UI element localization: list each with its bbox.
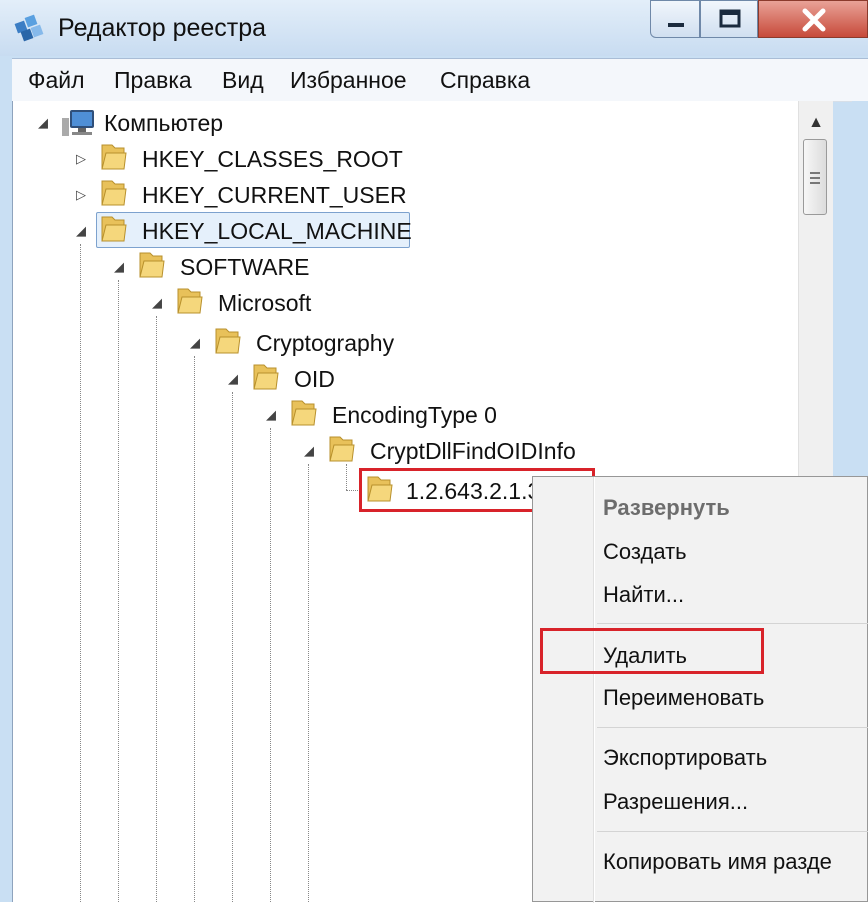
menu-favorites[interactable]: Избранное bbox=[290, 67, 407, 94]
folder-icon bbox=[329, 436, 355, 462]
scrollbar-thumb[interactable] bbox=[803, 139, 827, 215]
folder-icon bbox=[101, 144, 127, 170]
menu-edit[interactable]: Правка bbox=[114, 67, 192, 94]
menu-bar: Файл Правка Вид Избранное Справка bbox=[12, 58, 868, 102]
registry-editor-icon bbox=[14, 14, 44, 42]
context-menu-separator bbox=[597, 831, 868, 832]
tree-node-hkey-classes-root[interactable]: ▷ HKEY_CLASSES_ROOT bbox=[74, 142, 403, 176]
context-menu-separator bbox=[597, 727, 868, 728]
tree-line bbox=[118, 280, 119, 902]
menu-file[interactable]: Файл bbox=[28, 67, 85, 94]
tree-line bbox=[232, 392, 233, 902]
folder-icon bbox=[291, 400, 317, 426]
folder-icon bbox=[101, 180, 127, 206]
title-bar: Редактор реестра bbox=[0, 0, 868, 56]
maximize-button[interactable] bbox=[700, 0, 758, 38]
tree-node-label: SOFTWARE bbox=[180, 254, 310, 280]
tree-node-label: OID bbox=[294, 366, 335, 392]
tree-node-cryptography[interactable]: ◢ Cryptography bbox=[188, 326, 448, 360]
tree-node-label: Cryptography bbox=[256, 330, 395, 356]
ctx-rename[interactable]: Переименовать bbox=[603, 685, 764, 711]
tree-node-label: HKEY_LOCAL_MACHINE bbox=[142, 218, 412, 244]
tree-node-cryptdllfindoidinfo[interactable]: ◢ CryptDllFindOIDInfo bbox=[302, 434, 602, 468]
minimize-icon bbox=[668, 23, 684, 27]
menu-help[interactable]: Справка bbox=[440, 67, 530, 94]
grip-line bbox=[810, 177, 820, 179]
collapsed-arrow-icon[interactable]: ▷ bbox=[74, 188, 88, 202]
tree-node-label: CryptDllFindOIDInfo bbox=[370, 438, 576, 464]
ctx-find[interactable]: Найти... bbox=[603, 582, 684, 608]
expanded-arrow-icon[interactable]: ◢ bbox=[74, 224, 88, 238]
folder-icon bbox=[177, 288, 203, 314]
context-menu: Развернуть Создать Найти... Удалить Пере… bbox=[532, 476, 868, 903]
tree-node-encodingtype-0[interactable]: ◢ EncodingType 0 bbox=[264, 398, 544, 432]
expanded-arrow-icon[interactable]: ◢ bbox=[264, 408, 278, 422]
tree-node-oid[interactable]: ◢ OID bbox=[226, 362, 426, 396]
expanded-arrow-icon[interactable]: ◢ bbox=[150, 296, 164, 310]
tree-line bbox=[194, 356, 195, 902]
grip-line bbox=[810, 172, 820, 174]
caption-buttons bbox=[650, 0, 868, 38]
tree-line bbox=[270, 428, 271, 902]
folder-icon bbox=[253, 364, 279, 390]
tree-node-label: Microsoft bbox=[218, 290, 312, 316]
tree-node-label: EncodingType 0 bbox=[332, 402, 497, 428]
ctx-create[interactable]: Создать bbox=[603, 539, 687, 565]
close-icon bbox=[802, 8, 826, 32]
tree-node-label: HKEY_CLASSES_ROOT bbox=[142, 146, 403, 172]
context-menu-separator bbox=[597, 623, 868, 624]
ctx-permissions[interactable]: Разрешения... bbox=[603, 789, 748, 815]
grip-line bbox=[810, 182, 820, 184]
registry-editor-window: Редактор реестра Файл Правка Вид Избранн… bbox=[0, 0, 868, 903]
ctx-export[interactable]: Экспортировать bbox=[603, 745, 767, 771]
tree-node-hkey-local-machine[interactable]: ◢ HKEY_LOCAL_MACHINE bbox=[74, 214, 414, 248]
tree-node-label: HKEY_CURRENT_USER bbox=[142, 182, 407, 208]
expanded-arrow-icon[interactable]: ◢ bbox=[112, 260, 126, 274]
tree-line bbox=[80, 244, 81, 902]
folder-icon bbox=[101, 216, 127, 242]
computer-icon bbox=[62, 110, 94, 136]
tree-node-microsoft[interactable]: ◢ Microsoft bbox=[150, 286, 410, 320]
minimize-button[interactable] bbox=[650, 0, 700, 38]
folder-icon bbox=[139, 252, 165, 278]
tree-node-software[interactable]: ◢ SOFTWARE bbox=[112, 250, 372, 284]
folder-icon bbox=[215, 328, 241, 354]
collapsed-arrow-icon[interactable]: ▷ bbox=[74, 152, 88, 166]
menu-view[interactable]: Вид bbox=[222, 67, 264, 94]
tree-line bbox=[156, 316, 157, 902]
highlight-box-delete bbox=[540, 628, 764, 674]
tree-node-label: Компьютер bbox=[104, 110, 224, 136]
tree-line bbox=[346, 490, 360, 491]
close-button[interactable] bbox=[758, 0, 868, 38]
scroll-up-arrow-icon[interactable]: ▲ bbox=[799, 111, 833, 135]
expanded-arrow-icon[interactable]: ◢ bbox=[188, 336, 202, 350]
window-title: Редактор реестра bbox=[58, 14, 267, 42]
tree-line bbox=[308, 464, 309, 902]
tree-node-hkey-current-user[interactable]: ▷ HKEY_CURRENT_USER bbox=[74, 178, 407, 212]
maximize-icon bbox=[719, 9, 741, 28]
context-menu-gutter bbox=[593, 477, 595, 903]
expanded-arrow-icon[interactable]: ◢ bbox=[302, 444, 316, 458]
expanded-arrow-icon[interactable]: ◢ bbox=[226, 372, 240, 386]
tree-node-computer[interactable]: ◢ Компьютер bbox=[36, 106, 296, 140]
ctx-expand[interactable]: Развернуть bbox=[603, 495, 730, 521]
expanded-arrow-icon[interactable]: ◢ bbox=[36, 116, 50, 130]
ctx-copy-key-name[interactable]: Копировать имя разде bbox=[603, 849, 832, 875]
